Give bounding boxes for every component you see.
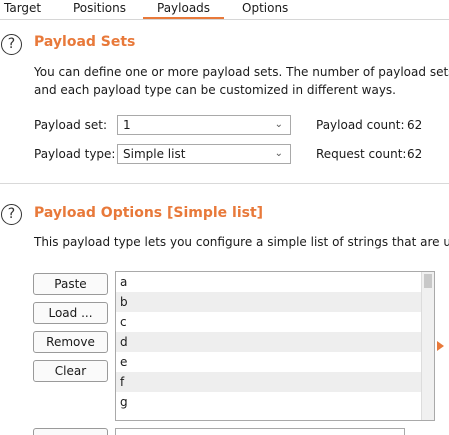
list-item[interactable]: b: [116, 292, 426, 312]
help-icon[interactable]: ?: [1, 204, 22, 225]
payload-set-select[interactable]: 1 ⌄: [117, 115, 291, 135]
payload-list[interactable]: a b c d e f g: [115, 271, 435, 421]
payload-set-value: 1: [123, 118, 131, 132]
section-divider: [0, 183, 449, 184]
request-count-label: Request count:: [316, 147, 407, 161]
list-item[interactable]: g: [116, 392, 426, 412]
payload-count-label: Payload count:: [316, 118, 405, 132]
help-icon[interactable]: ?: [1, 34, 22, 55]
payload-sets-description-line2: and each payload type can be customized …: [34, 83, 396, 97]
payload-options-title: Payload Options [Simple list]: [34, 205, 264, 221]
add-item-input[interactable]: [115, 428, 405, 435]
payload-sets-description-line1: You can define one or more payload sets.…: [34, 65, 449, 79]
tab-payloads[interactable]: Payloads: [143, 0, 225, 19]
payload-options-description: This payload type lets you configure a s…: [34, 235, 449, 249]
payload-type-select[interactable]: Simple list ⌄: [117, 144, 291, 164]
list-item[interactable]: f: [116, 372, 426, 392]
scrollbar-thumb[interactable]: [424, 274, 432, 288]
remove-button[interactable]: Remove: [33, 331, 108, 353]
payload-set-label: Payload set:: [34, 118, 107, 132]
tab-options[interactable]: Options: [242, 0, 288, 16]
tab-bar: Target Positions Payloads Options: [0, 0, 449, 20]
chevron-down-icon: ⌄: [274, 148, 283, 159]
tab-positions[interactable]: Positions: [73, 0, 126, 16]
expand-arrow-icon[interactable]: [437, 341, 444, 351]
paste-button[interactable]: Paste: [33, 273, 108, 295]
add-button[interactable]: [33, 428, 108, 435]
payload-count-value: 62: [407, 118, 423, 132]
payload-type-label: Payload type:: [34, 147, 116, 161]
load-button[interactable]: Load ...: [33, 302, 108, 324]
list-item[interactable]: c: [116, 312, 426, 332]
chevron-down-icon: ⌄: [274, 119, 283, 130]
payload-sets-title: Payload Sets: [34, 34, 136, 50]
list-scrollbar[interactable]: [421, 272, 434, 420]
payload-type-value: Simple list: [123, 147, 186, 161]
request-count-value: 62: [407, 147, 423, 161]
clear-button[interactable]: Clear: [33, 360, 108, 382]
intruder-payloads-panel: Target Positions Payloads Options ? Payl…: [0, 0, 449, 435]
list-item[interactable]: d: [116, 332, 426, 352]
tab-target[interactable]: Target: [4, 0, 41, 16]
list-item[interactable]: e: [116, 352, 426, 372]
list-item[interactable]: a: [116, 272, 426, 292]
